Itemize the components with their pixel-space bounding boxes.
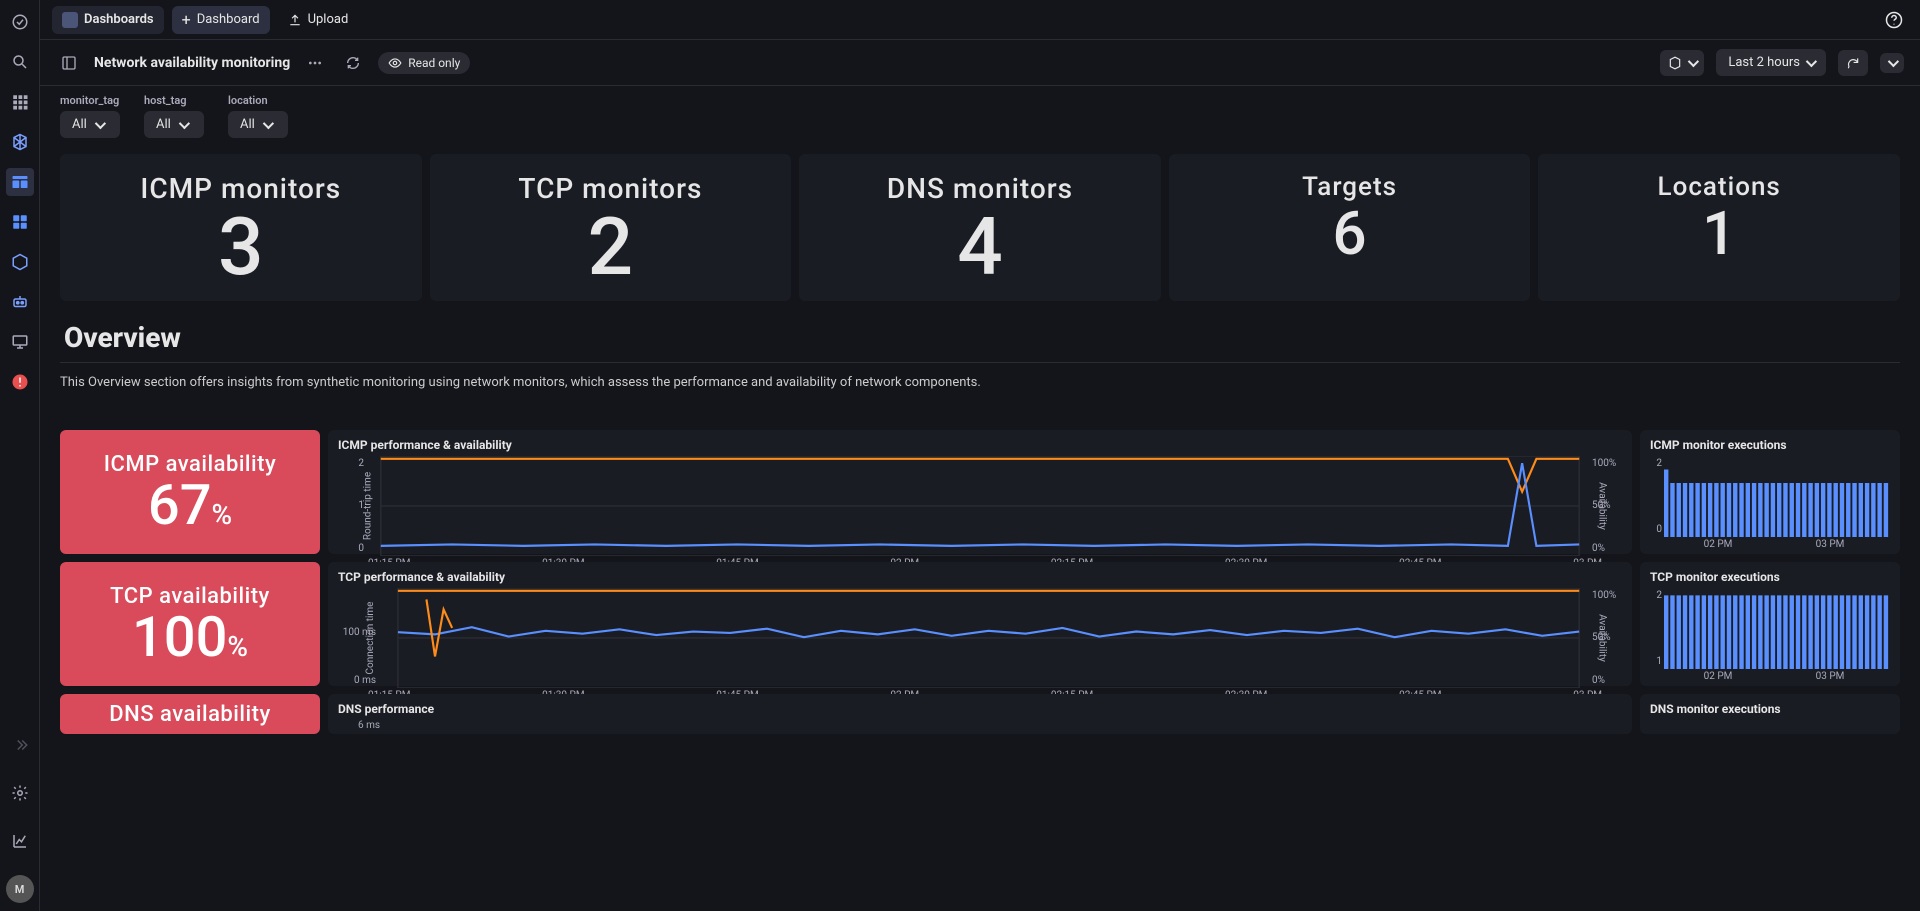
filter-label-monitor-tag: monitor_tag: [60, 94, 120, 107]
breadcrumb-label: Dashboards: [84, 12, 154, 27]
overview-heading: Overview: [64, 321, 1900, 354]
upload-button[interactable]: Upload: [278, 6, 359, 33]
filter-bar: monitor_tag All host_tag All location Al…: [40, 86, 1920, 154]
page-title: Network availability monitoring: [94, 55, 290, 71]
upload-label: Upload: [308, 12, 349, 27]
stat-locations[interactable]: Locations 1: [1538, 154, 1900, 301]
upload-icon: [288, 13, 302, 27]
dns-availability-tile[interactable]: DNS availability: [60, 694, 320, 734]
search-icon[interactable]: [6, 48, 34, 76]
dashboard-content: ICMP monitors 3 TCP monitors 2 DNS monit…: [40, 154, 1920, 911]
scope-picker[interactable]: [1660, 50, 1704, 76]
refresh-icon: [1846, 56, 1860, 70]
divider: [60, 362, 1900, 363]
tcp-exec-svg: [1650, 588, 1890, 669]
timerange-label: Last 2 hours: [1728, 55, 1800, 70]
sync-icon[interactable]: [340, 50, 366, 76]
icmp-exec-svg: [1650, 456, 1890, 537]
apps-icon[interactable]: [6, 88, 34, 116]
dashboard-tab-icon: [62, 12, 78, 28]
favorite-dashboard-icon[interactable]: [6, 168, 34, 196]
icmp-availability-tile[interactable]: ICMP availability 67%: [60, 430, 320, 554]
overview-desc: This Overview section offers insights fr…: [60, 375, 1900, 390]
filter-monitor-tag[interactable]: All: [60, 111, 120, 138]
chevron-down-icon: [1888, 55, 1899, 66]
favorite-grid-icon[interactable]: [6, 208, 34, 236]
settings-gear-icon[interactable]: [6, 779, 34, 807]
chevron-down-icon: [1806, 55, 1817, 66]
stat-icmp-monitors[interactable]: ICMP monitors 3: [60, 154, 422, 301]
stat-dns-monitors[interactable]: DNS monitors 4: [799, 154, 1161, 301]
favorite-hex-icon[interactable]: [6, 248, 34, 276]
favorite-bot-icon[interactable]: [6, 288, 34, 316]
new-dashboard-button[interactable]: + Dashboard: [172, 6, 270, 34]
tcp-exec-chart[interactable]: TCP monitor executions 21 02 PM03 PM: [1640, 562, 1900, 686]
user-avatar-icon[interactable]: M: [6, 875, 34, 903]
plus-icon: +: [182, 12, 191, 28]
collapse-panel-icon[interactable]: [56, 50, 82, 76]
cube-icon: [1668, 56, 1682, 70]
refresh-button[interactable]: [1838, 50, 1868, 76]
more-menu-icon[interactable]: [302, 50, 328, 76]
stat-targets[interactable]: Targets 6: [1169, 154, 1531, 301]
chevron-down-icon: [263, 117, 274, 128]
eye-icon: [388, 56, 402, 70]
breadcrumb-tab[interactable]: Dashboards: [52, 6, 164, 34]
icmp-perf-svg: [338, 456, 1622, 556]
stat-tcp-monitors[interactable]: TCP monitors 2: [430, 154, 792, 301]
expand-sidebar-icon[interactable]: [6, 731, 34, 759]
favorite-monitor-icon[interactable]: [6, 328, 34, 356]
dns-perf-chart[interactable]: DNS performance 6 ms: [328, 694, 1632, 734]
favorite-cube-icon[interactable]: [6, 128, 34, 156]
tcp-perf-svg: [338, 588, 1622, 688]
tcp-perf-chart[interactable]: TCP performance & availability Connectio…: [328, 562, 1632, 686]
refresh-menu[interactable]: [1880, 53, 1904, 73]
chevron-down-icon: [179, 117, 190, 128]
readonly-badge: Read only: [378, 52, 470, 74]
chevron-down-icon: [1688, 55, 1699, 66]
icmp-perf-chart[interactable]: ICMP performance & availability Round-tr…: [328, 430, 1632, 554]
icmp-exec-chart[interactable]: ICMP monitor executions 20 02 PM03 PM: [1640, 430, 1900, 554]
topbar: Dashboards + Dashboard Upload: [40, 0, 1920, 40]
chevron-down-icon: [95, 117, 106, 128]
dns-exec-chart[interactable]: DNS monitor executions: [1640, 694, 1900, 734]
header-bar: Network availability monitoring Read onl…: [40, 40, 1920, 86]
new-dashboard-label: Dashboard: [197, 12, 260, 27]
nav-sidebar: M: [0, 0, 40, 911]
readonly-label: Read only: [408, 56, 460, 70]
filter-location[interactable]: All: [228, 111, 288, 138]
filter-host-tag[interactable]: All: [144, 111, 204, 138]
tcp-availability-tile[interactable]: TCP availability 100%: [60, 562, 320, 686]
filter-label-host-tag: host_tag: [144, 94, 204, 107]
logo-icon[interactable]: [6, 8, 34, 36]
timerange-picker[interactable]: Last 2 hours: [1716, 49, 1826, 76]
help-icon[interactable]: [1880, 6, 1908, 34]
filter-label-location: location: [228, 94, 288, 107]
alert-icon[interactable]: [6, 368, 34, 396]
chart-nav-icon[interactable]: [6, 827, 34, 855]
